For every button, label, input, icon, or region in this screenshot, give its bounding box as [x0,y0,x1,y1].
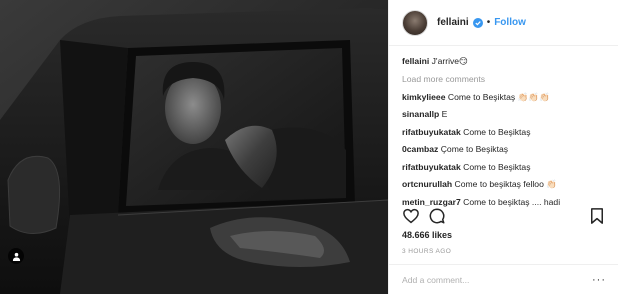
comment-text: Çome to Beşiktaş [440,144,509,154]
header-separator: • [486,17,491,28]
caption-text: J'arrive😏 [431,56,469,66]
post-header: fellaini • Follow [389,0,618,46]
comment-username[interactable]: 0cambaz [402,144,438,154]
comment-item: 0cambaz Çome to Beşiktaş [402,143,605,161]
comment-text: Come to Beşiktaş 👏🏻👏🏻👏🏻 [447,91,550,102]
user-tag-icon[interactable] [8,248,24,264]
post-timestamp: 3 HOURS AGO [402,248,452,255]
comment-item: ortcnurullah Come to beşiktaş felloo 👏🏻 [402,178,605,196]
comment-username[interactable]: rifatbuyukatak [402,162,461,172]
post-photo[interactable] [0,0,388,294]
post-actions [389,204,618,228]
comment-username[interactable]: sinanallp [402,109,439,119]
comment-item: sinanallp E [402,108,605,126]
comments-list: fellaini J'arrive😏 Load more comments ki… [389,46,618,213]
caption-username[interactable]: fellaini [402,56,429,66]
like-count[interactable]: 48.666 likes [402,230,452,240]
verified-badge-icon [472,17,483,28]
header-username[interactable]: fellaini [437,17,469,28]
comment-text: E [441,109,448,119]
load-more-comments-link[interactable]: Load more comments [402,73,605,91]
comment-item: kimkylieee Come to Beşiktaş 👏🏻👏🏻👏🏻 [402,91,605,109]
comment-username[interactable]: kimkylieee [402,92,445,102]
comment-username[interactable]: ortcnurullah [402,179,452,189]
comment-text: Come to beşiktaş felloo 👏🏻 [454,179,557,189]
caption: fellaini J'arrive😏 [402,55,605,73]
add-comment-bar: ··· [389,264,618,294]
avatar[interactable] [402,9,428,36]
comment-text: Come to Beşiktaş [463,126,531,137]
comment-text: Come to Beşiktaş [463,161,531,172]
post-image [0,0,388,294]
post-side-panel: fellaini • Follow fellaini J'arrive😏 Loa… [388,0,618,294]
heart-icon[interactable] [402,207,420,225]
comment-icon[interactable] [428,207,446,225]
add-comment-input[interactable] [402,274,592,285]
follow-button[interactable]: Follow [494,17,526,28]
bookmark-icon[interactable] [588,207,606,225]
comment-item: rifatbuyukatak Come to Beşiktaş [402,161,605,179]
comment-username[interactable]: rifatbuyukatak [402,127,461,137]
comment-item: rifatbuyukatak Come to Beşiktaş [402,126,605,144]
more-options-button[interactable]: ··· [592,274,606,286]
